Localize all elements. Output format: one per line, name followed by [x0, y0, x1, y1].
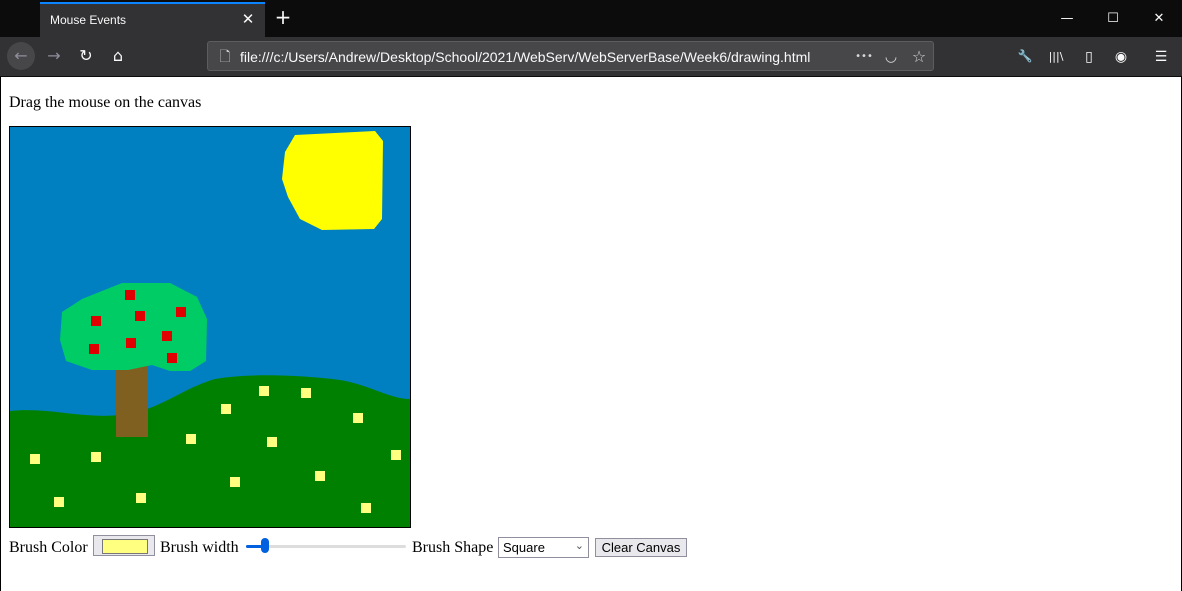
apple — [162, 331, 172, 341]
page-content: Drag the mouse on the canvas Brush Color — [0, 77, 1182, 591]
flower — [315, 471, 325, 481]
apple — [91, 316, 101, 326]
apple — [135, 311, 145, 321]
brush-color-label: Brush Color — [9, 539, 88, 556]
close-icon[interactable]: ✕ — [239, 10, 257, 28]
hamburger-icon[interactable]: ☰ — [1150, 46, 1172, 68]
flower — [230, 477, 240, 487]
account-icon[interactable]: ◉ — [1110, 46, 1132, 68]
wrench-icon[interactable]: 🔧 — [1014, 45, 1036, 67]
flower — [221, 404, 231, 414]
sidebar-icon[interactable]: ▯ — [1078, 46, 1100, 68]
minimize-icon[interactable]: — — [1044, 0, 1090, 37]
nav-toolbar: ← → ↻ ⌂ 🗋 file:///c:/Users/Andrew/Deskto… — [0, 37, 1182, 77]
apple — [125, 290, 135, 300]
star-icon[interactable]: ☆ — [909, 47, 929, 67]
url-text[interactable]: file:///c:/Users/Andrew/Desktop/School/2… — [240, 49, 810, 65]
page-instructions: Drag the mouse on the canvas — [9, 94, 202, 111]
drawing-canvas[interactable] — [9, 126, 411, 528]
flower — [136, 493, 146, 503]
brush-width-slider[interactable] — [246, 538, 406, 553]
flower — [259, 386, 269, 396]
brush-color-value — [102, 539, 148, 554]
apple — [176, 307, 186, 317]
window-close-icon[interactable]: ✕ — [1136, 0, 1182, 37]
tab-bar: Mouse Events ✕ + — ☐ ✕ — [0, 0, 1182, 37]
slider-thumb[interactable] — [261, 538, 270, 553]
home-icon[interactable]: ⌂ — [104, 42, 132, 70]
brush-shape-label: Brush Shape — [412, 539, 494, 556]
brush-shape-select[interactable]: Square ⌄ — [498, 537, 589, 558]
page-icon: 🗋 — [219, 49, 231, 65]
brush-shape-value: Square — [503, 540, 545, 555]
flower — [30, 454, 40, 464]
brush-width-label: Brush width — [160, 539, 239, 556]
library-icon[interactable]: |||\ — [1045, 46, 1067, 68]
tree-trunk — [116, 365, 148, 437]
back-arrow-icon[interactable]: ← — [7, 42, 35, 70]
apple — [167, 353, 177, 363]
plus-icon[interactable]: + — [272, 6, 294, 28]
flower — [391, 450, 401, 460]
url-bar[interactable]: 🗋 file:///c:/Users/Andrew/Desktop/School… — [207, 41, 934, 71]
reload-icon[interactable]: ↻ — [72, 42, 100, 70]
flower — [301, 388, 311, 398]
flower — [91, 452, 101, 462]
apple — [126, 338, 136, 348]
brush-color-picker[interactable] — [93, 535, 155, 556]
tab-title: Mouse Events — [50, 13, 127, 27]
flower — [54, 497, 64, 507]
flower — [361, 503, 371, 513]
ellipsis-icon[interactable]: ••• — [854, 47, 874, 67]
maximize-icon[interactable]: ☐ — [1090, 0, 1136, 37]
clear-canvas-button[interactable]: Clear Canvas — [595, 538, 687, 557]
pocket-icon[interactable]: ◡ — [881, 47, 901, 67]
chevron-down-icon: ⌄ — [574, 539, 584, 552]
apple — [89, 344, 99, 354]
flower — [267, 437, 277, 447]
flower — [186, 434, 196, 444]
flower — [353, 413, 363, 423]
tab-mouse-events[interactable]: Mouse Events ✕ — [40, 2, 265, 37]
forward-arrow-icon[interactable]: → — [40, 42, 68, 70]
